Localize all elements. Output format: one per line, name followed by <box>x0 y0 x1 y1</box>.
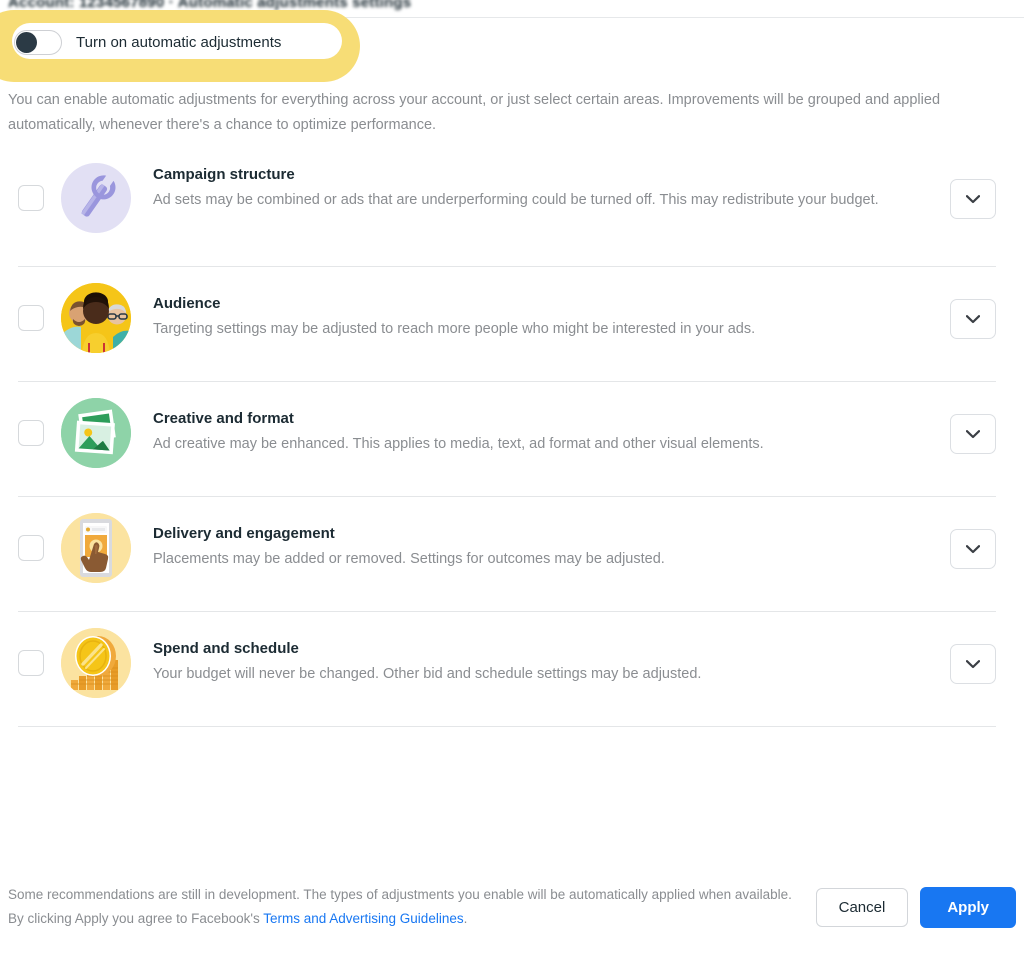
expand-button-spend-and-schedule[interactable] <box>950 644 996 684</box>
option-title: Campaign structure <box>153 166 295 183</box>
checkbox-campaign-structure[interactable] <box>18 185 44 211</box>
option-description: Ad creative may be enhanced. This applie… <box>153 436 764 452</box>
toggle-label: Turn on automatic adjustments <box>76 34 282 51</box>
expand-button-audience[interactable] <box>950 299 996 339</box>
toggle-knob <box>16 32 37 53</box>
automatic-adjustments-toggle-row[interactable]: Turn on automatic adjustments <box>14 30 281 55</box>
option-title: Audience <box>153 295 221 312</box>
chevron-down-icon <box>966 659 980 668</box>
option-row-campaign-structure[interactable]: Campaign structure Ad sets may be combin… <box>18 152 996 267</box>
chevron-down-icon <box>966 429 980 438</box>
people-icon <box>61 283 131 353</box>
option-description: Your budget will never be changed. Other… <box>153 666 702 682</box>
option-text-delivery-and-engagement: Delivery and engagement Placements may b… <box>153 523 938 571</box>
chevron-down-icon <box>966 544 980 553</box>
wrench-icon <box>61 163 131 233</box>
expand-button-creative-and-format[interactable] <box>950 414 996 454</box>
checkbox-audience[interactable] <box>18 305 44 331</box>
option-title: Creative and format <box>153 410 294 427</box>
footer-note-part2: . <box>463 911 468 926</box>
option-row-audience[interactable]: Audience Targeting settings may be adjus… <box>18 267 996 382</box>
apply-button[interactable]: Apply <box>920 887 1016 928</box>
footer: Some recommendations are still in develo… <box>8 883 1016 931</box>
checkbox-creative-and-format[interactable] <box>18 420 44 446</box>
terms-and-advertising-guidelines-link[interactable]: Terms and Advertising Guidelines <box>263 911 463 926</box>
chevron-down-icon <box>966 194 980 203</box>
footer-note: Some recommendations are still in develo… <box>8 883 798 931</box>
adjustment-options-list: Campaign structure Ad sets may be combin… <box>18 152 996 727</box>
option-text-campaign-structure: Campaign structure Ad sets may be combin… <box>153 164 938 212</box>
option-title: Spend and schedule <box>153 640 299 657</box>
chevron-down-icon <box>966 314 980 323</box>
option-row-delivery-and-engagement[interactable]: Delivery and engagement Placements may b… <box>18 497 996 612</box>
photos-icon <box>61 398 131 468</box>
coins-icon <box>61 628 131 698</box>
expand-button-delivery-and-engagement[interactable] <box>950 529 996 569</box>
checkbox-spend-and-schedule[interactable] <box>18 650 44 676</box>
automatic-adjustments-toggle[interactable] <box>14 30 62 55</box>
tap-phone-icon <box>61 513 131 583</box>
option-text-creative-and-format: Creative and format Ad creative may be e… <box>153 408 938 456</box>
option-title: Delivery and engagement <box>153 525 335 542</box>
option-row-creative-and-format[interactable]: Creative and format Ad creative may be e… <box>18 382 996 497</box>
footer-buttons: Cancel Apply <box>815 887 1016 928</box>
intro-description: You can enable automatic adjustments for… <box>8 92 941 133</box>
option-text-spend-and-schedule: Spend and schedule Your budget will neve… <box>153 638 938 686</box>
option-row-spend-and-schedule[interactable]: Spend and schedule Your budget will neve… <box>18 612 996 727</box>
cancel-button[interactable]: Cancel <box>815 888 909 927</box>
option-description: Ad sets may be combined or ads that are … <box>153 192 879 208</box>
option-description: Targeting settings may be adjusted to re… <box>153 321 756 337</box>
option-text-audience: Audience Targeting settings may be adjus… <box>153 293 938 341</box>
option-description: Placements may be added or removed. Sett… <box>153 551 665 567</box>
expand-button-campaign-structure[interactable] <box>950 179 996 219</box>
checkbox-delivery-and-engagement[interactable] <box>18 535 44 561</box>
